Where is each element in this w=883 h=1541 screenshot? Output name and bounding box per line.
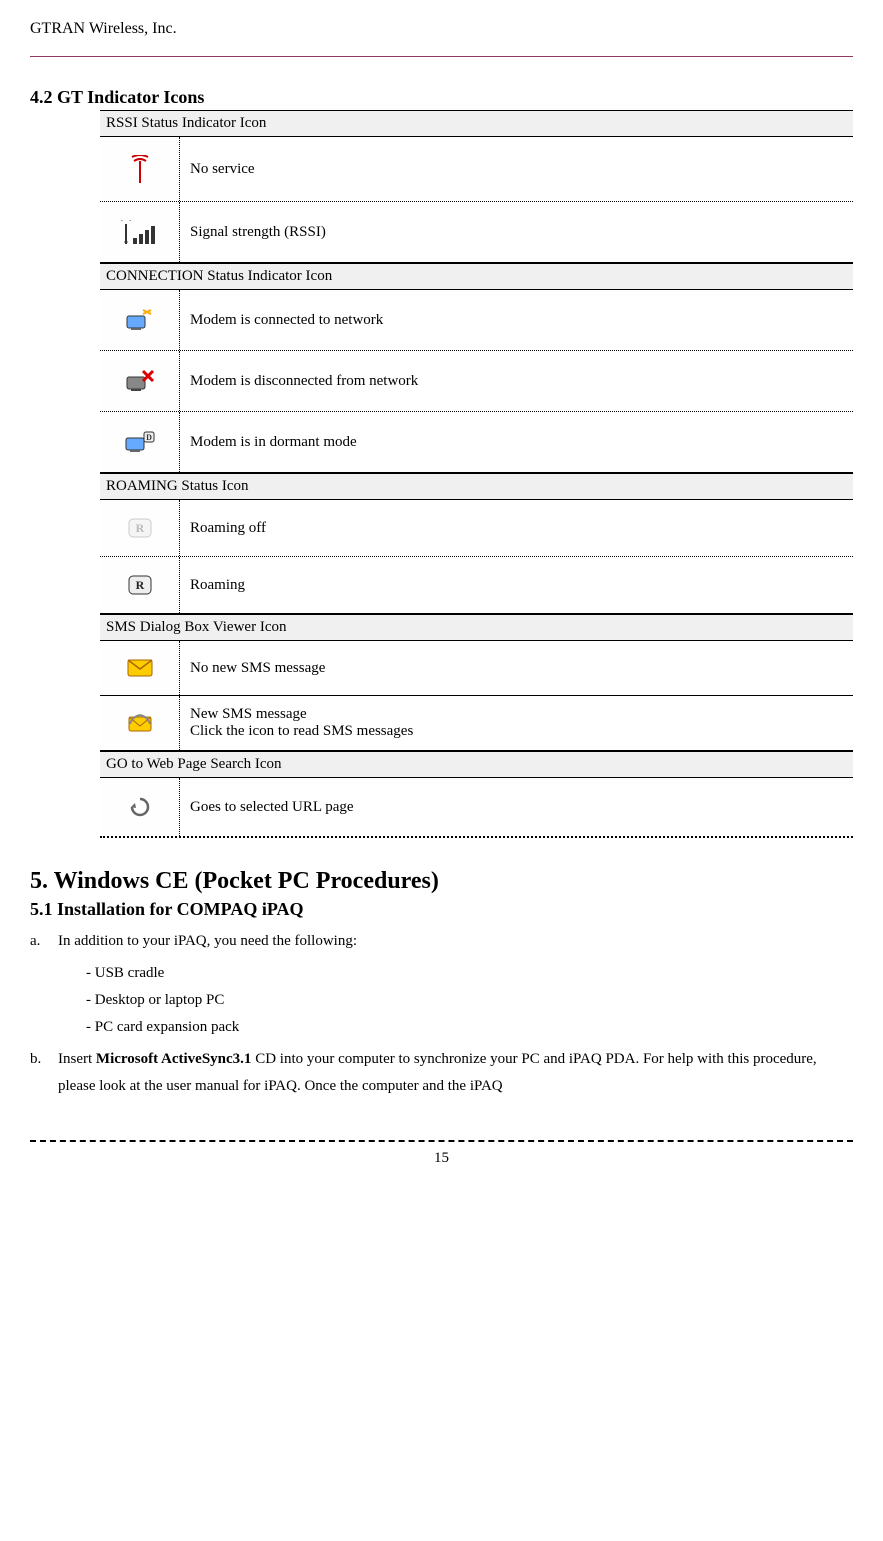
svg-text:R: R [135, 578, 144, 592]
section-5-1-heading: 5.1 Installation for COMPAQ iPAQ [30, 899, 853, 920]
roaming-off-icon: R [100, 500, 180, 556]
item-b-prefix: Insert [58, 1051, 96, 1067]
sms-new-line2: Click the icon to read SMS messages [190, 723, 843, 740]
signal-bars-icon [100, 202, 180, 262]
modem-dormant-icon: D [100, 412, 180, 472]
sms-group-header: SMS Dialog Box Viewer Icon [100, 614, 853, 641]
table-row: No new SMS message [100, 641, 853, 696]
table-row: Goes to selected URL page [100, 778, 853, 838]
table-row: D Modem is in dormant mode [100, 412, 853, 473]
page-number: 15 [434, 1150, 449, 1166]
table-row: R Roaming [100, 557, 853, 614]
page-header: GTRAN Wireless, Inc. [30, 20, 853, 57]
modem-disconnected-icon [100, 351, 180, 411]
section-5-heading: 5. Windows CE (Pocket PC Procedures) [30, 868, 853, 895]
list-marker-b: b. [30, 1046, 58, 1100]
roaming-group-header: ROAMING Status Icon [100, 473, 853, 500]
list-content-a: In addition to your iPAQ, you need the f… [58, 928, 853, 955]
rssi-group-header: RSSI Status Indicator Icon [100, 110, 853, 137]
go-web-icon [100, 778, 180, 836]
row-desc: Roaming [180, 557, 853, 613]
list-item: b. Insert Microsoft ActiveSync3.1 CD int… [30, 1046, 853, 1100]
table-row: Modem is connected to network [100, 290, 853, 351]
company-name: GTRAN Wireless, Inc. [30, 20, 177, 37]
table-row: New SMS message Click the icon to read S… [100, 696, 853, 751]
table-row: R Roaming off [100, 500, 853, 557]
go-web-group-header: GO to Web Page Search Icon [100, 751, 853, 778]
sms-none-icon [100, 641, 180, 695]
modem-connected-icon [100, 290, 180, 350]
row-desc: Signal strength (RSSI) [180, 202, 853, 262]
table-row: Modem is disconnected from network [100, 351, 853, 412]
row-desc: Modem is in dormant mode [180, 412, 853, 472]
svg-text:D: D [146, 433, 152, 442]
sub-item: - Desktop or laptop PC [86, 992, 853, 1009]
row-desc: No new SMS message [180, 641, 853, 695]
list-item: a. In addition to your iPAQ, you need th… [30, 928, 853, 955]
row-desc: Roaming off [180, 500, 853, 556]
antenna-red-icon [100, 137, 180, 201]
row-desc: New SMS message Click the icon to read S… [180, 696, 853, 750]
installation-list: a. In addition to your iPAQ, you need th… [30, 928, 853, 1100]
svg-text:R: R [135, 521, 144, 535]
page-footer: 15 [30, 1140, 853, 1167]
table-row: No service [100, 137, 853, 202]
list-marker-a: a. [30, 928, 58, 955]
sub-item: - PC card expansion pack [86, 1019, 853, 1036]
indicator-icons-table: RSSI Status Indicator Icon No service Si… [100, 110, 853, 838]
sms-new-icon [100, 696, 180, 750]
roaming-on-icon: R [100, 557, 180, 613]
row-desc: Modem is disconnected from network [180, 351, 853, 411]
sub-item: - USB cradle [86, 965, 853, 982]
table-row: Signal strength (RSSI) [100, 202, 853, 263]
sms-new-line1: New SMS message [190, 706, 843, 723]
row-desc: No service [180, 137, 853, 201]
row-desc: Goes to selected URL page [180, 778, 853, 836]
item-b-bold: Microsoft ActiveSync3.1 [96, 1051, 252, 1067]
row-desc: Modem is connected to network [180, 290, 853, 350]
connection-group-header: CONNECTION Status Indicator Icon [100, 263, 853, 290]
list-content-b: Insert Microsoft ActiveSync3.1 CD into y… [58, 1046, 853, 1100]
section-4-2-heading: 4.2 GT Indicator Icons [30, 87, 853, 108]
